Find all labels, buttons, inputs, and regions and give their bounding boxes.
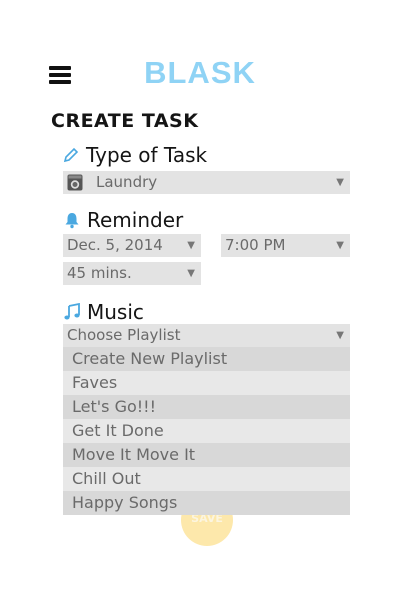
reminder-time-select[interactable]: 7:00 PM ▼ [221, 234, 350, 257]
reminder-text: Reminder [87, 208, 184, 232]
pencil-icon [63, 147, 79, 163]
playlist-dropdown: Create New Playlist Faves Let's Go!!! Ge… [63, 347, 350, 515]
chevron-down-icon: ▼ [336, 330, 344, 341]
bell-icon [65, 213, 79, 229]
chevron-down-icon: ▼ [336, 177, 344, 188]
reminder-date-select[interactable]: Dec. 5, 2014 ▼ [63, 234, 201, 257]
type-of-task-label: Type of Task [62, 143, 207, 167]
chevron-down-icon: ▼ [187, 240, 195, 251]
reminder-label: Reminder [63, 208, 183, 232]
playlist-option-move-it[interactable]: Move It Move It [63, 443, 350, 467]
app-logo: BLASK [144, 55, 256, 90]
reminder-time-value: 7:00 PM [225, 236, 286, 254]
reminder-duration-select[interactable]: 45 mins. ▼ [63, 262, 201, 285]
reminder-duration-value: 45 mins. [67, 264, 132, 282]
playlist-placeholder: Choose Playlist [67, 326, 181, 344]
music-text: Music [87, 300, 144, 324]
playlist-option-lets-go[interactable]: Let's Go!!! [63, 395, 350, 419]
chevron-down-icon: ▼ [187, 268, 195, 279]
task-type-value: Laundry [96, 173, 158, 191]
type-of-task-text: Type of Task [86, 143, 208, 167]
reminder-date-value: Dec. 5, 2014 [67, 236, 163, 254]
playlist-select[interactable]: Choose Playlist ▼ [63, 324, 350, 347]
music-note-icon [64, 303, 80, 320]
playlist-option-get-it-done[interactable]: Get It Done [63, 419, 350, 443]
chevron-down-icon: ▼ [336, 240, 344, 251]
playlist-option-faves[interactable]: Faves [63, 371, 350, 395]
page-title: CREATE TASK [51, 110, 199, 132]
task-type-select[interactable]: Laundry ▼ [63, 171, 350, 194]
playlist-option-happy-songs[interactable]: Happy Songs [63, 491, 350, 515]
washing-machine-icon [67, 174, 83, 191]
music-label: Music [63, 300, 144, 324]
playlist-option-chill-out[interactable]: Chill Out [63, 467, 350, 491]
playlist-option-create-new[interactable]: Create New Playlist [63, 347, 350, 371]
